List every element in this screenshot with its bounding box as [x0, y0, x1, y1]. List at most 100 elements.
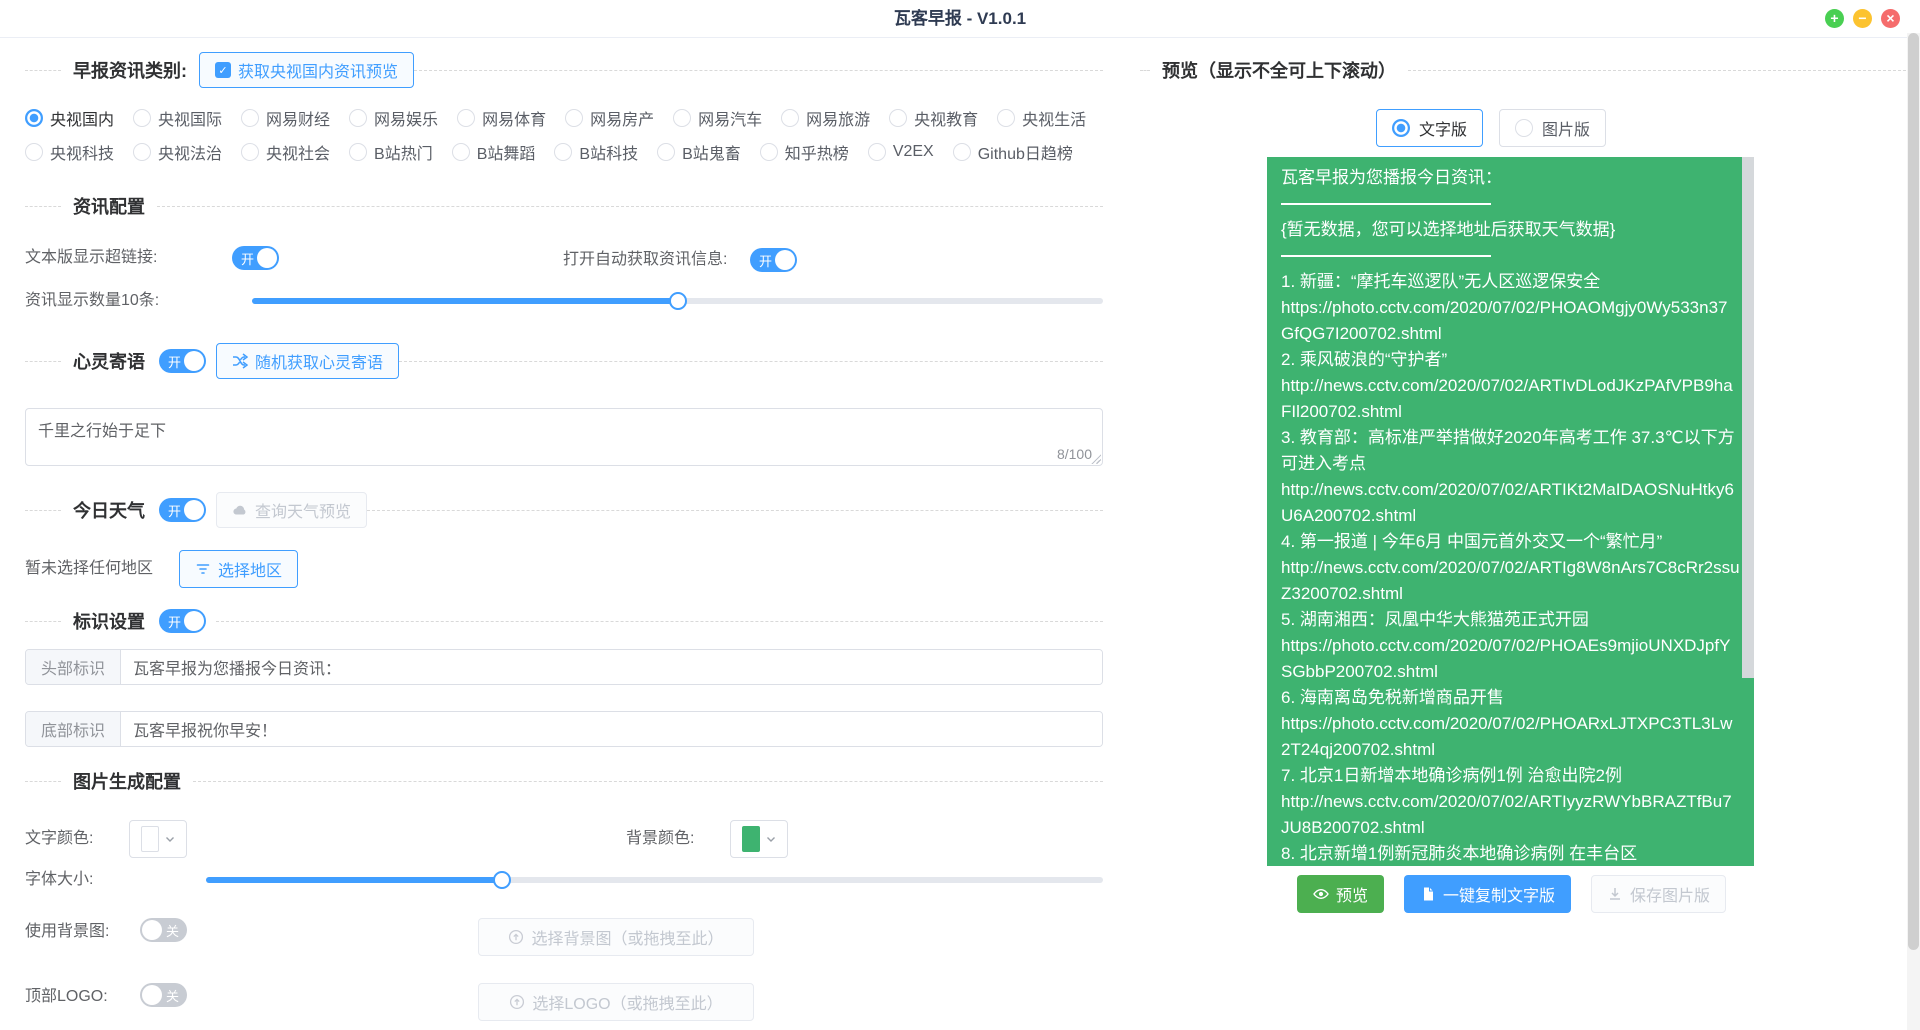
- soul-message-section-header: 心灵寄语 开 随机获取心灵寄语: [25, 349, 1103, 373]
- soul-message-toggle[interactable]: 开: [159, 349, 206, 373]
- category-label: 网易汽车: [698, 106, 762, 130]
- hyperlink-toggle[interactable]: 开: [232, 246, 279, 270]
- titlebar: 瓦客早报 - V1.0.1 + − ×: [0, 0, 1920, 38]
- category-radio[interactable]: 网易娱乐: [349, 106, 438, 130]
- select-bg-image-button[interactable]: 选择背景图（或拖拽至此）: [478, 918, 754, 956]
- preview-section-header: 预览（显示不全可上下滚动）: [1140, 58, 1906, 82]
- minimize-icon[interactable]: −: [1853, 9, 1872, 28]
- text-color-picker[interactable]: [129, 820, 187, 858]
- category-label: 央视生活: [1022, 106, 1086, 130]
- category-radio[interactable]: 央视国际: [133, 106, 222, 130]
- select-logo-button[interactable]: 选择LOGO（或拖拽至此）: [478, 983, 754, 1021]
- window-scrollbar-thumb[interactable]: [1908, 33, 1919, 950]
- window-title: 瓦客早报 - V1.0.1: [0, 0, 1920, 37]
- soul-message-field: 千里之行始于足下 8/100: [25, 408, 1103, 466]
- slider-fill: [206, 877, 502, 883]
- news-item-url: https://photo.cctv.com/2020/07/02/PHOARx…: [1281, 711, 1740, 763]
- category-radio[interactable]: 网易汽车: [673, 106, 762, 130]
- category-label: 网易财经: [266, 106, 330, 130]
- slider-knob[interactable]: [669, 292, 687, 310]
- header-identity-label: 头部标识: [26, 650, 121, 684]
- slider-knob[interactable]: [493, 871, 511, 889]
- image-config-section-header: 图片生成配置: [25, 769, 1103, 793]
- category-radio[interactable]: V2EX: [868, 143, 934, 161]
- header-identity-input[interactable]: [121, 650, 1102, 684]
- save-image-button[interactable]: 保存图片版: [1591, 875, 1726, 913]
- category-radio[interactable]: 央视教育: [889, 106, 978, 130]
- upload-icon: [509, 994, 525, 1010]
- info-config-section-title: 资讯配置: [61, 193, 157, 219]
- news-item-title: 4. 第一报道 | 今年6月 中国元首外交又一个“繁忙月”: [1281, 529, 1740, 555]
- close-icon[interactable]: ×: [1881, 9, 1900, 28]
- bg-color-picker[interactable]: [730, 820, 788, 858]
- checkbox-icon: ✓: [215, 62, 231, 78]
- news-item-url: https://photo.cctv.com/2020/07/02/PHOAEs…: [1281, 633, 1740, 685]
- radio-icon: [241, 109, 259, 127]
- preview-panel: 预览（显示不全可上下滚动） 文字版 图片版 瓦客早报为您播报今日资讯： {暂无数…: [1140, 38, 1906, 913]
- preview-button[interactable]: 预览: [1297, 875, 1384, 913]
- tray-icon[interactable]: +: [1825, 9, 1844, 28]
- radio-icon: [657, 143, 675, 161]
- random-soul-message-label: 随机获取心灵寄语: [255, 349, 383, 373]
- category-label: 央视国内: [50, 106, 114, 130]
- weather-toggle[interactable]: 开: [159, 498, 206, 522]
- category-radio[interactable]: Github日趋榜: [953, 140, 1073, 164]
- fetch-news-preview-button[interactable]: ✓ 获取央视国内资讯预览: [199, 52, 414, 88]
- category-radio[interactable]: 央视科技: [25, 140, 114, 164]
- news-item-title: 1. 新疆：“摩托车巡逻队”无人区巡逻保安全: [1281, 269, 1740, 295]
- category-radio[interactable]: 知乎热榜: [760, 140, 849, 164]
- preview-content-box[interactable]: 瓦客早报为您播报今日资讯： {暂无数据，您可以选择地址后获取天气数据} 1. 新…: [1267, 157, 1754, 866]
- soul-message-textarea[interactable]: 千里之行始于足下: [26, 409, 1102, 465]
- category-radio[interactable]: 央视社会: [241, 140, 330, 164]
- radio-icon: [349, 143, 367, 161]
- preview-scrollbar-thumb[interactable]: [1742, 157, 1754, 678]
- shuffle-icon: [232, 353, 248, 369]
- identity-toggle[interactable]: 开: [159, 609, 206, 633]
- category-radio[interactable]: 网易房产: [565, 106, 654, 130]
- category-radio[interactable]: 央视生活: [997, 106, 1086, 130]
- toggle-knob: [184, 351, 204, 371]
- select-logo-label: 选择LOGO（或拖拽至此）: [532, 990, 722, 1014]
- news-count-slider[interactable]: [252, 298, 1103, 304]
- category-radio[interactable]: B站舞蹈: [452, 140, 536, 164]
- toggle-knob: [184, 611, 204, 631]
- news-count-row: 资讯显示数量10条:: [25, 289, 1103, 313]
- radio-icon: [25, 143, 43, 161]
- filter-icon: [195, 561, 211, 577]
- preview-button-label: 预览: [1336, 882, 1368, 906]
- radio-icon: [452, 143, 470, 161]
- category-radio[interactable]: B站热门: [349, 140, 433, 164]
- auto-fetch-toggle[interactable]: 开: [750, 248, 797, 272]
- upload-icon: [508, 929, 524, 945]
- category-radio-row-1: 央视国内 央视国际 网易财经 网易娱乐 网易体育 网易房产 网易汽车 网易旅游 …: [25, 106, 1103, 130]
- random-soul-message-button[interactable]: 随机获取心灵寄语: [216, 343, 399, 379]
- category-radio-row-2: 央视科技 央视法治 央视社会 B站热门 B站舞蹈 B站科技 B站鬼畜 知乎热榜 …: [25, 140, 1103, 164]
- category-radio[interactable]: B站科技: [554, 140, 638, 164]
- footer-identity-label: 底部标识: [26, 712, 121, 746]
- radio-icon: [997, 109, 1015, 127]
- select-region-button[interactable]: 选择地区: [179, 550, 298, 588]
- mode-radio-text[interactable]: 文字版: [1376, 109, 1483, 147]
- cloud-icon: [232, 502, 248, 518]
- category-radio[interactable]: 央视国内: [25, 106, 114, 130]
- char-counter: 8/100: [1057, 446, 1092, 462]
- copy-text-button[interactable]: 一键复制文字版: [1404, 875, 1571, 913]
- category-radio[interactable]: B站鬼畜: [657, 140, 741, 164]
- news-item-url: http://news.cctv.com/2020/07/02/ARTIKt2M…: [1281, 477, 1740, 529]
- mode-radio-image[interactable]: 图片版: [1499, 109, 1606, 147]
- logo-toggle[interactable]: 关: [140, 983, 187, 1007]
- category-radio[interactable]: 网易体育: [457, 106, 546, 130]
- radio-selected-icon: [25, 109, 43, 127]
- category-radio[interactable]: 央视法治: [133, 140, 222, 164]
- font-size-slider[interactable]: [206, 877, 1103, 883]
- category-radio[interactable]: 网易财经: [241, 106, 330, 130]
- window-scrollbar[interactable]: [1907, 33, 1920, 1030]
- use-bg-toggle[interactable]: 关: [140, 918, 187, 942]
- toggle-knob: [142, 920, 162, 940]
- resize-grip-icon[interactable]: [1090, 453, 1101, 464]
- colors-row: 文字颜色: 背景颜色:: [25, 820, 1103, 858]
- category-radio[interactable]: 网易旅游: [781, 106, 870, 130]
- footer-identity-input[interactable]: [121, 712, 1102, 746]
- radio-icon: [554, 143, 572, 161]
- query-weather-button[interactable]: 查询天气预览: [216, 492, 367, 528]
